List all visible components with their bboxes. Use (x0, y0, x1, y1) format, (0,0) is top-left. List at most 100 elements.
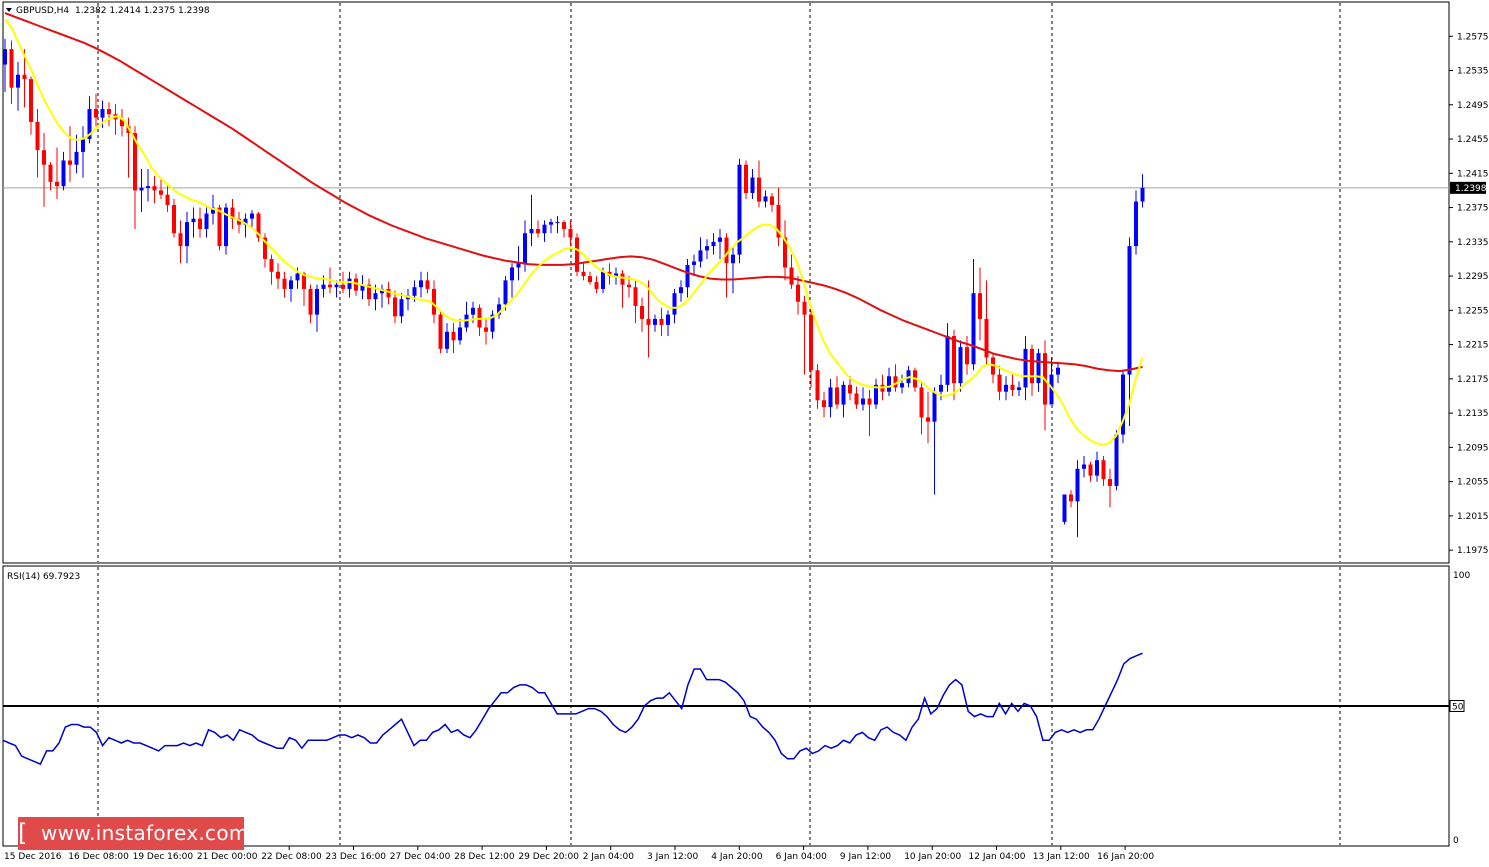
rsi-axis-label-0: 0 (1453, 836, 1459, 846)
time-axis-label-13: 9 Jan 12:00 (840, 852, 892, 862)
candle-body-148 (965, 347, 969, 365)
candle-body-8 (55, 181, 59, 187)
price-axis-label-15: 1.1975 (1457, 546, 1489, 556)
candle-body-12 (81, 139, 85, 152)
candle-body-67 (438, 314, 443, 349)
candle-body-66 (432, 288, 436, 315)
candle-body-70 (458, 327, 462, 341)
candle-body-102 (666, 314, 670, 325)
candle-body-173 (1127, 246, 1132, 375)
candle-body-108 (705, 246, 709, 251)
candle-body-10 (68, 160, 72, 165)
symbol-label: GBPUSD,H4 (16, 6, 69, 16)
candle-body-163 (1062, 494, 1067, 522)
watermark-left-bracket: [ (18, 819, 28, 847)
candle-body-130 (848, 384, 852, 394)
chart-header: GBPUSD,H4 1.2382 1.2414 1.2375 1.2398 (6, 6, 210, 16)
candle-body-128 (835, 387, 839, 405)
candle-body-59 (386, 288, 391, 298)
candle-body-158 (1030, 348, 1034, 384)
candle-body-65 (425, 280, 430, 289)
candle-body-49 (321, 284, 326, 289)
candle-body-89 (581, 271, 586, 277)
candle-body-101 (659, 318, 664, 325)
time-axis-label-1: 16 Dec 08:00 (68, 852, 129, 862)
candle-body-63 (412, 287, 417, 296)
candle-body-174 (1134, 201, 1138, 247)
candle-body-122 (796, 284, 800, 302)
time-axis-label-5: 23 Dec 16:00 (326, 852, 387, 862)
candle-body-74 (484, 327, 488, 332)
candle-body-23 (152, 186, 157, 191)
price-axis-label-8: 1.2255 (1457, 306, 1489, 316)
price-axis-label-14: 1.2015 (1457, 512, 1489, 522)
candle-body-168 (1095, 460, 1099, 476)
time-axis-label-16: 13 Jan 12:00 (1033, 852, 1090, 862)
ohlc-values: 1.2382 1.2414 1.2375 1.2398 (75, 6, 210, 16)
candle-body-149 (971, 293, 976, 365)
candle-body-103 (672, 293, 677, 315)
rsi-level-tag-text: 50 (1452, 703, 1464, 713)
price-axis-label-5: 1.2375 (1457, 204, 1489, 214)
candle-body-15 (100, 109, 105, 118)
candle-body-144 (939, 384, 943, 392)
candle-body-64 (419, 280, 423, 288)
time-axis-label-9: 2 Jan 04:00 (583, 852, 635, 862)
candle-body-92 (601, 271, 605, 289)
candle-body-138 (900, 383, 904, 388)
candle-body-41 (269, 258, 274, 272)
time-axis-label-7: 28 Dec 12:00 (454, 852, 515, 862)
candle-body-6 (42, 150, 46, 165)
candle-body-21 (139, 187, 144, 191)
candle-body-97 (633, 287, 638, 307)
candle-body-145 (945, 336, 950, 385)
candle-body-85 (555, 222, 560, 224)
candle-body-129 (841, 384, 846, 405)
time-axis-label-3: 21 Dec 00:00 (197, 852, 258, 862)
candle-body-0 (3, 49, 7, 65)
candle-body-4 (29, 79, 33, 122)
price-axis-label-0: 1.2575 (1457, 32, 1489, 42)
candle-body-111 (724, 237, 729, 264)
time-axis-label-11: 4 Jan 20:00 (711, 852, 763, 862)
candle-body-146 (952, 336, 956, 384)
price-axis-label-6: 1.2335 (1457, 238, 1489, 248)
candle-body-95 (620, 273, 625, 285)
candle-body-98 (640, 306, 644, 319)
price-panel[interactable]: GBPUSD,H4 1.2382 1.2414 1.2375 1.2398 (2, 1, 1450, 564)
candle-body-141 (919, 387, 924, 418)
candle-body-7 (48, 164, 53, 182)
time-axis-label-10: 3 Jan 12:00 (647, 852, 699, 862)
candle-body-125 (815, 370, 820, 401)
candle-body-126 (822, 400, 826, 408)
candle-body-154 (1004, 384, 1008, 392)
candle-body-155 (1010, 384, 1015, 390)
candle-body-124 (809, 314, 813, 371)
chart-window: GBPUSD,H4 1.2382 1.2414 1.2375 1.2398 1.… (0, 0, 1489, 867)
time-axis-label-17: 16 Jan 20:00 (1097, 852, 1154, 862)
candle-body-165 (1075, 468, 1080, 502)
current-price-tag-text: 1.2398 (1455, 184, 1487, 194)
candle-body-164 (1069, 494, 1073, 502)
time-axis-label-4: 22 Dec 08:00 (261, 852, 322, 862)
candle-body-2 (16, 74, 20, 88)
candle-body-3 (22, 74, 27, 80)
candle-body-60 (393, 297, 397, 317)
candle-body-117 (763, 196, 768, 202)
price-axis-label-9: 1.2215 (1457, 341, 1489, 351)
candle-body-22 (146, 186, 150, 188)
candle-body-16 (107, 109, 111, 115)
rsi-label: RSI(14) 69.7923 (7, 572, 80, 582)
candle-body-115 (750, 177, 755, 193)
candle-body-28 (185, 222, 189, 247)
candle-body-69 (451, 331, 456, 341)
candle-body-87 (568, 228, 573, 238)
rsi-axis-label-100: 100 (1453, 571, 1470, 581)
candle-body-150 (978, 293, 982, 319)
candle-body-133 (867, 398, 872, 405)
candle-body-42 (276, 271, 280, 279)
rsi-panel[interactable]: RSI(14) 69.7923 (2, 565, 1450, 847)
candle-body-157 (1023, 348, 1028, 388)
candle-body-153 (997, 374, 1002, 392)
price-axis-label-11: 1.2135 (1457, 409, 1489, 419)
